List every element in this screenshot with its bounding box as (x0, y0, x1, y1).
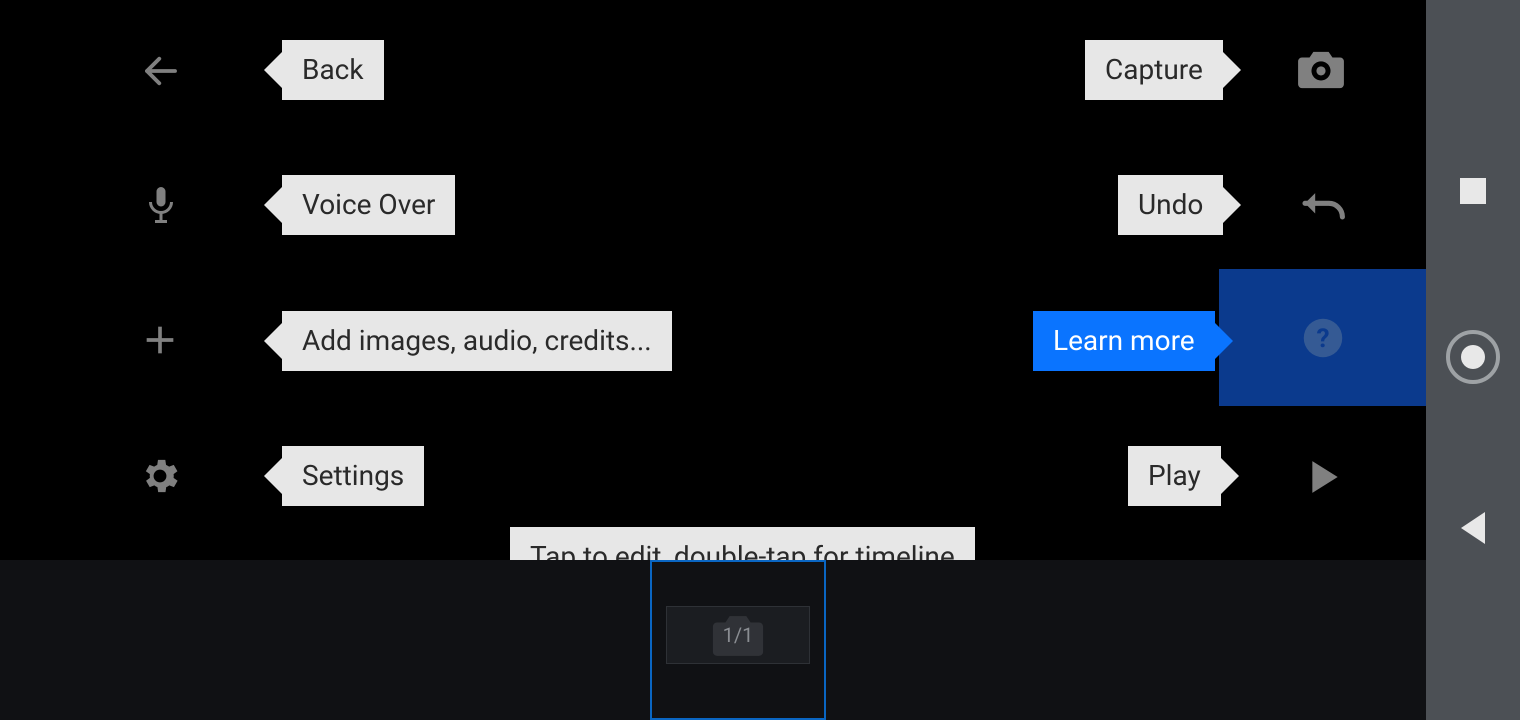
undo-icon[interactable] (1298, 188, 1346, 222)
camera-icon[interactable] (1296, 48, 1346, 90)
tooltip-capture: Capture (1085, 40, 1223, 100)
tooltip-play: Play (1128, 446, 1221, 506)
nav-back-button[interactable] (1461, 512, 1485, 544)
gear-icon[interactable] (138, 454, 182, 498)
frame-counter: 1/1 (723, 623, 754, 647)
editor-stage: ? Back Voice Over Add images, audio, cre… (0, 0, 1426, 720)
app-root: ? Back Voice Over Add images, audio, cre… (0, 0, 1520, 720)
help-button[interactable]: ? (1219, 269, 1426, 406)
back-arrow-icon[interactable] (140, 50, 182, 92)
tooltip-undo: Undo (1118, 175, 1223, 235)
help-icon: ? (1302, 317, 1344, 359)
timeline-strip[interactable]: 1/1 (0, 560, 1426, 720)
svg-text:?: ? (1316, 323, 1329, 353)
nav-recent-button[interactable] (1460, 178, 1486, 204)
tooltip-voice-over: Voice Over (282, 175, 455, 235)
tooltip-settings: Settings (282, 446, 424, 506)
nav-home-button[interactable] (1446, 330, 1500, 384)
timeline-frame-thumbnail: 1/1 (666, 606, 810, 664)
play-icon[interactable] (1308, 458, 1342, 496)
mic-icon[interactable] (143, 183, 179, 227)
tooltip-learn-more: Learn more (1033, 311, 1215, 371)
android-nav-bar (1426, 0, 1520, 720)
tooltip-add: Add images, audio, credits... (282, 311, 672, 371)
timeline-frame-selected[interactable]: 1/1 (650, 560, 826, 720)
plus-icon[interactable] (140, 320, 180, 360)
tooltip-back: Back (282, 40, 384, 100)
